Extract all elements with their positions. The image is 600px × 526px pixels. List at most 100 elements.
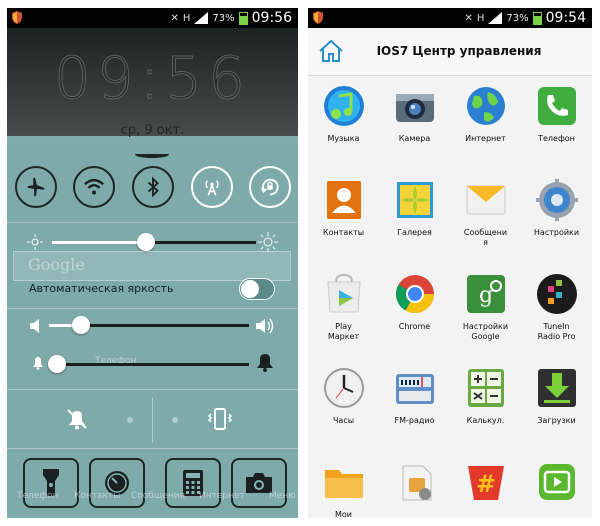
- app-grid: Музыка Камера Интернет Телефон Контакты Галер…: [308, 80, 592, 518]
- page-dot: [127, 417, 133, 423]
- app-label: Часы: [332, 416, 355, 425]
- tunein-icon: [537, 274, 577, 314]
- app-launcher[interactable]: Интернет: [450, 84, 521, 174]
- app-launcher[interactable]: Галерея: [379, 178, 450, 268]
- app-launcher[interactable]: [379, 460, 450, 518]
- lock-clock: 09:56: [53, 44, 252, 113]
- app-launcher[interactable]: TuneIn Radio Pro: [521, 272, 592, 362]
- rotation-lock-toggle[interactable]: [249, 166, 291, 208]
- ringer-volume-knob[interactable]: [48, 355, 66, 373]
- app-label: Калькул.: [466, 416, 505, 425]
- app-bar: IOS7 Центр управления: [308, 28, 592, 76]
- antenna-icon: [205, 180, 219, 196]
- app-launcher[interactable]: Chrome: [379, 272, 450, 362]
- signal-icon: [194, 12, 209, 24]
- phone-icon: [538, 87, 576, 125]
- wifi-icon: [84, 178, 104, 195]
- app-launcher[interactable]: Часы: [308, 366, 379, 456]
- lock-date: ср, 9 окт.: [120, 123, 185, 138]
- app-label: Музыка: [327, 134, 360, 143]
- app-launcher[interactable]: Музыка: [308, 84, 379, 174]
- speaker-high-icon: [256, 318, 274, 334]
- page-title: IOS7 Центр управления: [376, 44, 542, 58]
- speaker-low-icon: [30, 319, 39, 333]
- superuser-icon: #: [468, 466, 504, 500]
- app-label: Интернет: [465, 134, 506, 143]
- messages-icon: [466, 185, 506, 215]
- ghost-label: Меню: [269, 491, 296, 501]
- app-launcher[interactable]: Play Маркет: [308, 272, 379, 362]
- app-label: Play Маркет: [327, 322, 360, 341]
- app-launcher[interactable]: [521, 460, 592, 518]
- divider: [7, 308, 298, 309]
- auto-brightness-label: Автоматическая яркость: [29, 282, 174, 295]
- bell-muted-icon[interactable]: [65, 407, 89, 431]
- wifi-toggle[interactable]: [73, 166, 115, 208]
- divider: [7, 222, 298, 223]
- globe-icon: [467, 87, 505, 125]
- bluetooth-toggle[interactable]: [132, 166, 174, 208]
- rotation-lock-icon: [260, 178, 279, 196]
- music-icon: [324, 86, 364, 126]
- battery-icon: [238, 11, 248, 25]
- app-launcher[interactable]: Сообщени я: [450, 178, 521, 268]
- app-label: Настройки: [533, 228, 580, 237]
- app-launcher[interactable]: Камера: [379, 84, 450, 174]
- sim-toolkit-icon: [402, 465, 432, 501]
- mute-icon: ✕: [170, 12, 179, 24]
- app-launcher[interactable]: Настройки: [521, 178, 592, 268]
- bluetooth-icon: [147, 176, 159, 198]
- settings-gear-icon: [536, 179, 578, 221]
- app-label: Телефон: [538, 134, 575, 143]
- sound-mode-row: [7, 393, 298, 448]
- app-label: FM-радио: [394, 416, 435, 425]
- bell-large-icon: [257, 354, 273, 372]
- media-volume-slider[interactable]: [49, 315, 249, 335]
- app-label: Загрузки: [537, 416, 576, 425]
- battery-percent: 73%: [212, 12, 235, 24]
- app-label: Галерея: [397, 228, 432, 237]
- app-launcher[interactable]: #: [450, 460, 521, 518]
- fm-radio-icon: [396, 374, 434, 404]
- brightness-knob[interactable]: [137, 233, 155, 251]
- status-bar: ✕ H 73% 09:56: [7, 8, 298, 28]
- vibrate-icon[interactable]: [207, 406, 233, 432]
- sun-small-icon: [27, 234, 43, 250]
- airplane-icon: [27, 177, 45, 197]
- media-volume-knob[interactable]: [72, 316, 90, 334]
- brightness-slider[interactable]: [52, 232, 256, 252]
- play-store-icon: [327, 273, 361, 313]
- google-hint: Google: [28, 255, 85, 274]
- google-settings-icon: g: [467, 275, 505, 313]
- app-launcher[interactable]: Мои: [308, 460, 379, 518]
- ghost-label: Контакты: [74, 491, 121, 501]
- divider: [7, 389, 298, 390]
- app-launcher[interactable]: Калькул.: [450, 366, 521, 456]
- hspa-icon: H: [182, 12, 191, 24]
- app-launcher[interactable]: g Настройки Google: [450, 272, 521, 362]
- chevron-down-icon[interactable]: [135, 151, 169, 158]
- airplane-mode-toggle[interactable]: [15, 166, 57, 208]
- gallery-icon: [397, 182, 433, 218]
- app-launcher[interactable]: Телефон: [521, 84, 592, 174]
- lockscreen-control-center: ✕ H 73% 09:56 09:56 ср, 9 окт. Google Ав…: [7, 8, 298, 518]
- auto-brightness-switch[interactable]: [239, 278, 275, 300]
- status-bar: ✕ H 73% 09:54: [308, 8, 592, 28]
- divider: [7, 448, 298, 449]
- sun-large-icon: [258, 232, 278, 252]
- signal-icon: [488, 12, 503, 24]
- battery-icon: [532, 11, 542, 25]
- app-launcher[interactable]: Загрузки: [521, 366, 592, 456]
- contacts-icon: [327, 181, 361, 219]
- app-launcher[interactable]: FM-радио: [379, 366, 450, 456]
- mobile-data-toggle[interactable]: [191, 166, 233, 208]
- shield-icon: [12, 11, 22, 24]
- battery-percent: 73%: [506, 12, 529, 24]
- app-label: Настройки Google: [462, 322, 509, 341]
- app-label: Камера: [398, 134, 431, 143]
- svg-text:#: #: [476, 470, 496, 498]
- ringer-volume-slider[interactable]: [48, 354, 249, 374]
- clock-icon: [324, 368, 364, 408]
- app-label: Контакты: [322, 228, 365, 237]
- app-launcher[interactable]: Контакты: [308, 178, 379, 268]
